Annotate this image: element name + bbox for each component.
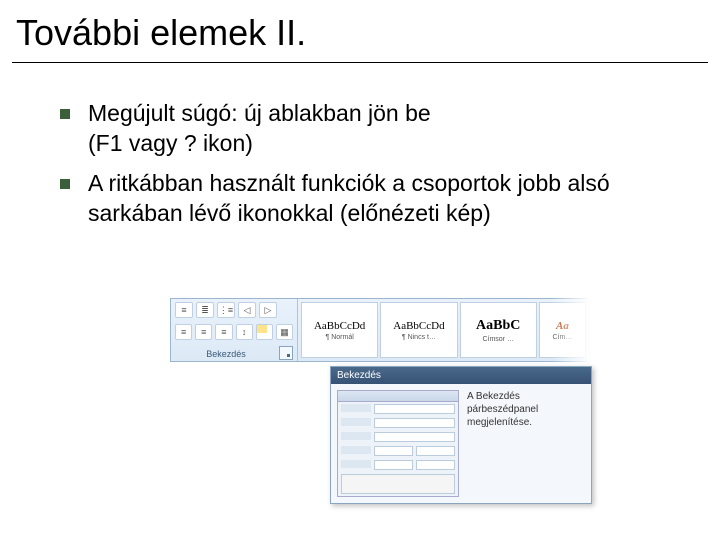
styles-gallery[interactable]: AaBbCcDd ¶ Normál AaBbCcDd ¶ Nincs t… Aa… <box>298 299 589 361</box>
group-label: Bekezdés <box>175 349 277 359</box>
ribbon-screenshot: ≡ ≣ ⋮≡ ◁ ▷ ≡ ≡ ≡ ↕ ▦ Bekezdés <box>170 298 590 362</box>
borders-button[interactable]: ▦ <box>276 324 293 340</box>
numbering-button[interactable]: ≣ <box>196 302 214 318</box>
align-center-button[interactable]: ≡ <box>195 324 212 340</box>
multilevel-button[interactable]: ⋮≡ <box>217 302 235 318</box>
dialog-launcher-icon[interactable] <box>279 346 293 360</box>
tooltip-description: A Bekezdés párbeszédpanel megjelenítése. <box>467 390 585 497</box>
slide-title: További elemek II. <box>12 12 708 54</box>
bullet-text: A ritkábban használt funkciók a csoporto… <box>88 169 668 229</box>
line-spacing-button[interactable]: ↕ <box>236 324 253 340</box>
bullets-button[interactable]: ≡ <box>175 302 193 318</box>
shading-button[interactable] <box>256 324 273 340</box>
tooltip-title: Bekezdés <box>331 367 591 384</box>
dialog-preview-thumbnail <box>337 390 459 497</box>
style-item[interactable]: AaBbCcDd ¶ Normál <box>301 302 378 358</box>
paragraph-group: ≡ ≣ ⋮≡ ◁ ▷ ≡ ≡ ≡ ↕ ▦ Bekezdés <box>171 299 298 361</box>
align-right-button[interactable]: ≡ <box>215 324 232 340</box>
bullet-item: Megújult súgó: új ablakban jön be (F1 va… <box>60 99 668 159</box>
tooltip-preview: Bekezdés A Bekezdés párbeszédpanel megje… <box>330 366 592 504</box>
bullet-item: A ritkábban használt funkciók a csoporto… <box>60 169 668 229</box>
style-item[interactable]: AaBbCcDd ¶ Nincs t… <box>380 302 457 358</box>
align-left-button[interactable]: ≡ <box>175 324 192 340</box>
slide-body: Megújult súgó: új ablakban jön be (F1 va… <box>0 63 720 229</box>
bullet-text: Megújult súgó: új ablakban jön be (F1 va… <box>88 99 431 159</box>
style-item[interactable]: AaBbC Címsor … <box>460 302 537 358</box>
square-bullet-icon <box>60 109 70 119</box>
square-bullet-icon <box>60 179 70 189</box>
decrease-indent-button[interactable]: ◁ <box>238 302 256 318</box>
ribbon: ≡ ≣ ⋮≡ ◁ ▷ ≡ ≡ ≡ ↕ ▦ Bekezdés <box>170 298 590 362</box>
increase-indent-button[interactable]: ▷ <box>259 302 277 318</box>
